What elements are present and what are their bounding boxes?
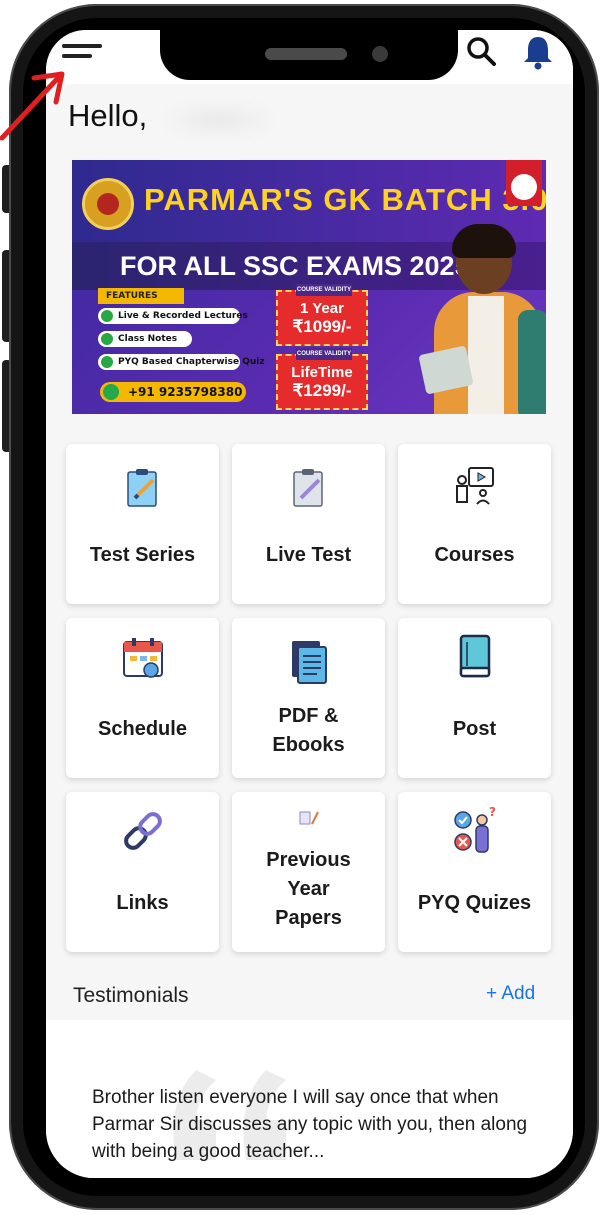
feature-item: PYQ Based Chapterwise Quiz (98, 354, 265, 370)
front-camera (372, 46, 388, 62)
ssc-emblem-icon (82, 178, 134, 230)
quiz-person-icon: ? (453, 806, 496, 853)
tile-post[interactable]: Post (398, 618, 551, 778)
offer-duration: 1 Year (300, 300, 344, 317)
offer-1-year: COURSE VALIDITY 1 Year ₹1099/- (276, 284, 368, 346)
offer-duration: LifeTime (291, 364, 353, 381)
features-label: FEATURES (98, 288, 184, 304)
video-lecture-icon (455, 467, 494, 505)
screenshot-stage: Hello, PARMAR'S GK BATCH 3.0 FOR ALL SSC… (0, 0, 603, 1215)
tile-label: PYQ Quizes (417, 892, 532, 914)
check-icon (101, 333, 113, 345)
tile-label: Test Series (89, 544, 196, 566)
tile-label: Schedule (98, 718, 187, 740)
parmar-logo-icon (506, 160, 542, 206)
document-icon (291, 641, 327, 684)
student-illustration (418, 224, 546, 414)
search-icon[interactable] (466, 36, 496, 66)
testimonial-text: Brother listen everyone I will say once … (92, 1087, 528, 1162)
papers-icon (299, 811, 319, 825)
tile-label: Post (452, 718, 497, 740)
banner-title: PARMAR'S GK BATCH 3.0 (144, 182, 546, 217)
offer-caption: COURSE VALIDITY (296, 348, 352, 360)
tile-previous-year-papers[interactable]: Previous Year Papers (232, 792, 385, 952)
tile-label-line1: PDF & (278, 705, 339, 727)
calendar-icon (122, 638, 163, 678)
tile-live-test[interactable]: Live Test (232, 444, 385, 604)
tile-label-line2: Year (287, 878, 330, 900)
tile-label-line2: Ebooks (272, 734, 345, 756)
tile-links[interactable]: Links (66, 792, 219, 952)
add-testimonial-button[interactable]: + Add (486, 983, 535, 1005)
check-icon (101, 356, 113, 368)
tile-label-line1: Previous (266, 849, 351, 871)
tile-courses[interactable]: Courses (398, 444, 551, 604)
tile-label-line3: Papers (275, 907, 342, 929)
app-screen: Hello, PARMAR'S GK BATCH 3.0 FOR ALL SSC… (46, 30, 573, 1178)
clipboard-pencil-icon (126, 469, 157, 507)
svg-text:?: ? (489, 806, 496, 819)
offer-price: ₹1299/- (292, 381, 352, 400)
tile-label: Live Test (265, 544, 352, 566)
feature-item: Class Notes (98, 331, 192, 347)
tile-pdf-ebooks[interactable]: PDF & Ebooks (232, 618, 385, 778)
user-name-redacted (164, 100, 274, 140)
offer-price: ₹1099/- (292, 317, 352, 336)
bell-icon[interactable] (520, 34, 556, 70)
check-icon (101, 310, 113, 322)
promo-banner[interactable]: PARMAR'S GK BATCH 3.0 FOR ALL SSC EXAMS … (72, 160, 546, 414)
testimonials-heading: Testimonials (73, 984, 189, 1007)
tile-schedule[interactable]: Schedule (66, 618, 219, 778)
feature-item: Live & Recorded Lectures (98, 308, 248, 324)
tile-pyq-quizes[interactable]: ? PYQ Quizes (398, 792, 551, 952)
phone-notch (160, 18, 458, 80)
red-arrow-annotation-icon (0, 71, 65, 141)
chain-link-icon (123, 812, 162, 850)
offer-caption: COURSE VALIDITY (296, 284, 352, 296)
clipboard-pencil-icon (292, 469, 323, 507)
offer-lifetime: COURSE VALIDITY LifeTime ₹1299/- (276, 348, 368, 410)
tile-test-series[interactable]: Test Series (66, 444, 219, 604)
tile-label: Courses (434, 544, 515, 566)
speaker-grille (265, 48, 347, 60)
whatsapp-contact: +91 9235798380 (100, 382, 246, 402)
book-icon (459, 634, 490, 678)
tile-label: Links (116, 892, 169, 914)
whatsapp-icon (103, 384, 119, 400)
